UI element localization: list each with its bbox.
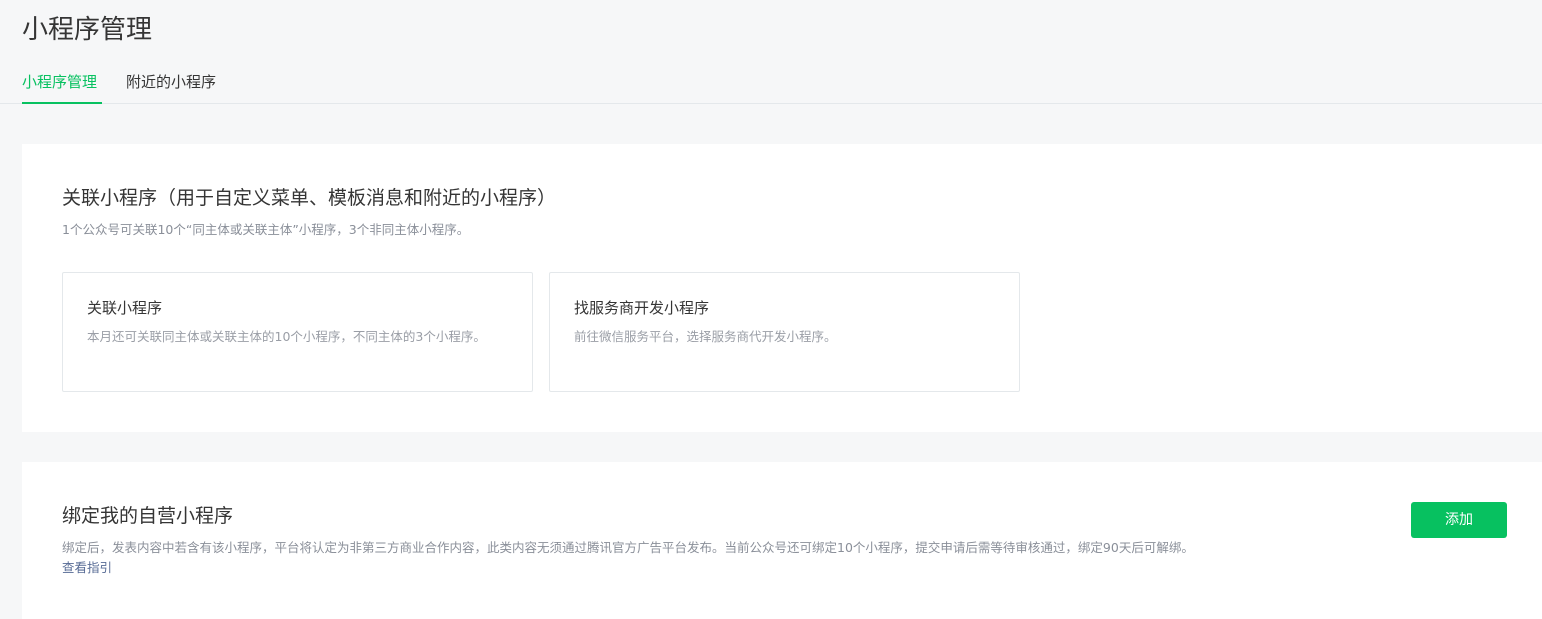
tab-mini-program-management[interactable]: 小程序管理: [22, 66, 102, 104]
bind-section-title: 绑定我的自营小程序: [62, 505, 234, 527]
page-title: 小程序管理: [22, 15, 153, 45]
add-button[interactable]: 添加: [1411, 502, 1507, 538]
card-description: 前往微信服务平台，选择服务商代开发小程序。: [574, 329, 837, 344]
tab-nearby-mini-programs[interactable]: 附近的小程序: [126, 66, 216, 104]
bind-section-description: 绑定后，发表内容中若含有该小程序，平台将认定为非第三方商业合作内容，此类内容无须…: [62, 540, 1194, 555]
link-section-description: 1个公众号可关联10个“同主体或关联主体”小程序，3个非同主体小程序。: [62, 222, 470, 237]
link-section-title: 关联小程序（用于自定义菜单、模板消息和附近的小程序）: [62, 187, 557, 209]
bind-mini-program-panel: 绑定我的自营小程序 绑定后，发表内容中若含有该小程序，平台将认定为非第三方商业合…: [22, 462, 1542, 619]
card-title: 关联小程序: [87, 299, 163, 317]
link-mini-program-card[interactable]: 关联小程序 本月还可关联同主体或关联主体的10个小程序，不同主体的3个小程序。: [62, 272, 533, 392]
card-title: 找服务商开发小程序: [574, 299, 710, 317]
view-guide-link[interactable]: 查看指引: [62, 558, 112, 578]
link-mini-program-panel: 关联小程序（用于自定义菜单、模板消息和附近的小程序） 1个公众号可关联10个“同…: [22, 144, 1542, 432]
bind-section-description-block: 绑定后，发表内容中若含有该小程序，平台将认定为非第三方商业合作内容，此类内容无须…: [62, 538, 1352, 578]
tab-bar: 小程序管理 附近的小程序: [0, 66, 1542, 104]
card-description: 本月还可关联同主体或关联主体的10个小程序，不同主体的3个小程序。: [87, 329, 486, 344]
find-service-provider-card[interactable]: 找服务商开发小程序 前往微信服务平台，选择服务商代开发小程序。: [549, 272, 1020, 392]
